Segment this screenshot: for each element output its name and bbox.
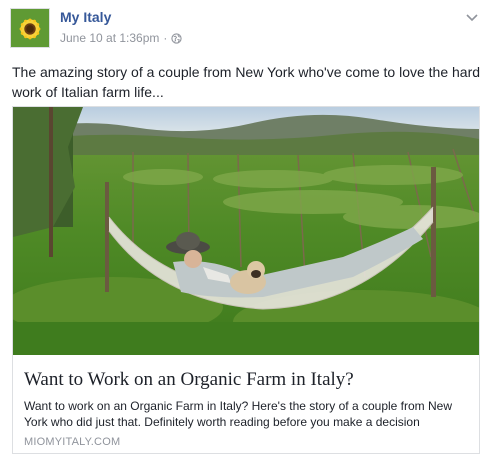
link-domain: MIOMYITALY.COM: [24, 436, 121, 448]
post-text: The amazing story of a couple from New Y…: [12, 64, 481, 100]
chevron-down-icon[interactable]: [464, 10, 480, 22]
feed-post: My Italy June 10 at 1:36pm · The amazing…: [0, 0, 490, 463]
post-timestamp[interactable]: June 10 at 1:36pm: [60, 31, 159, 45]
page-name-link[interactable]: My Italy: [60, 9, 111, 25]
link-preview-card[interactable]: Want to Work on an Organic Farm in Italy…: [12, 106, 480, 454]
link-title[interactable]: Want to Work on an Organic Farm in Italy…: [24, 369, 354, 391]
meta-separator: ·: [163, 31, 168, 45]
post-meta: June 10 at 1:36pm ·: [60, 31, 183, 45]
link-preview-image[interactable]: [13, 107, 479, 355]
page-avatar[interactable]: [10, 8, 50, 48]
link-preview-body[interactable]: Want to Work on an Organic Farm in Italy…: [13, 355, 479, 453]
globe-icon[interactable]: [171, 32, 183, 44]
sunflower-icon: [11, 9, 49, 47]
link-description: Want to work on an Organic Farm in Italy…: [24, 399, 453, 429]
